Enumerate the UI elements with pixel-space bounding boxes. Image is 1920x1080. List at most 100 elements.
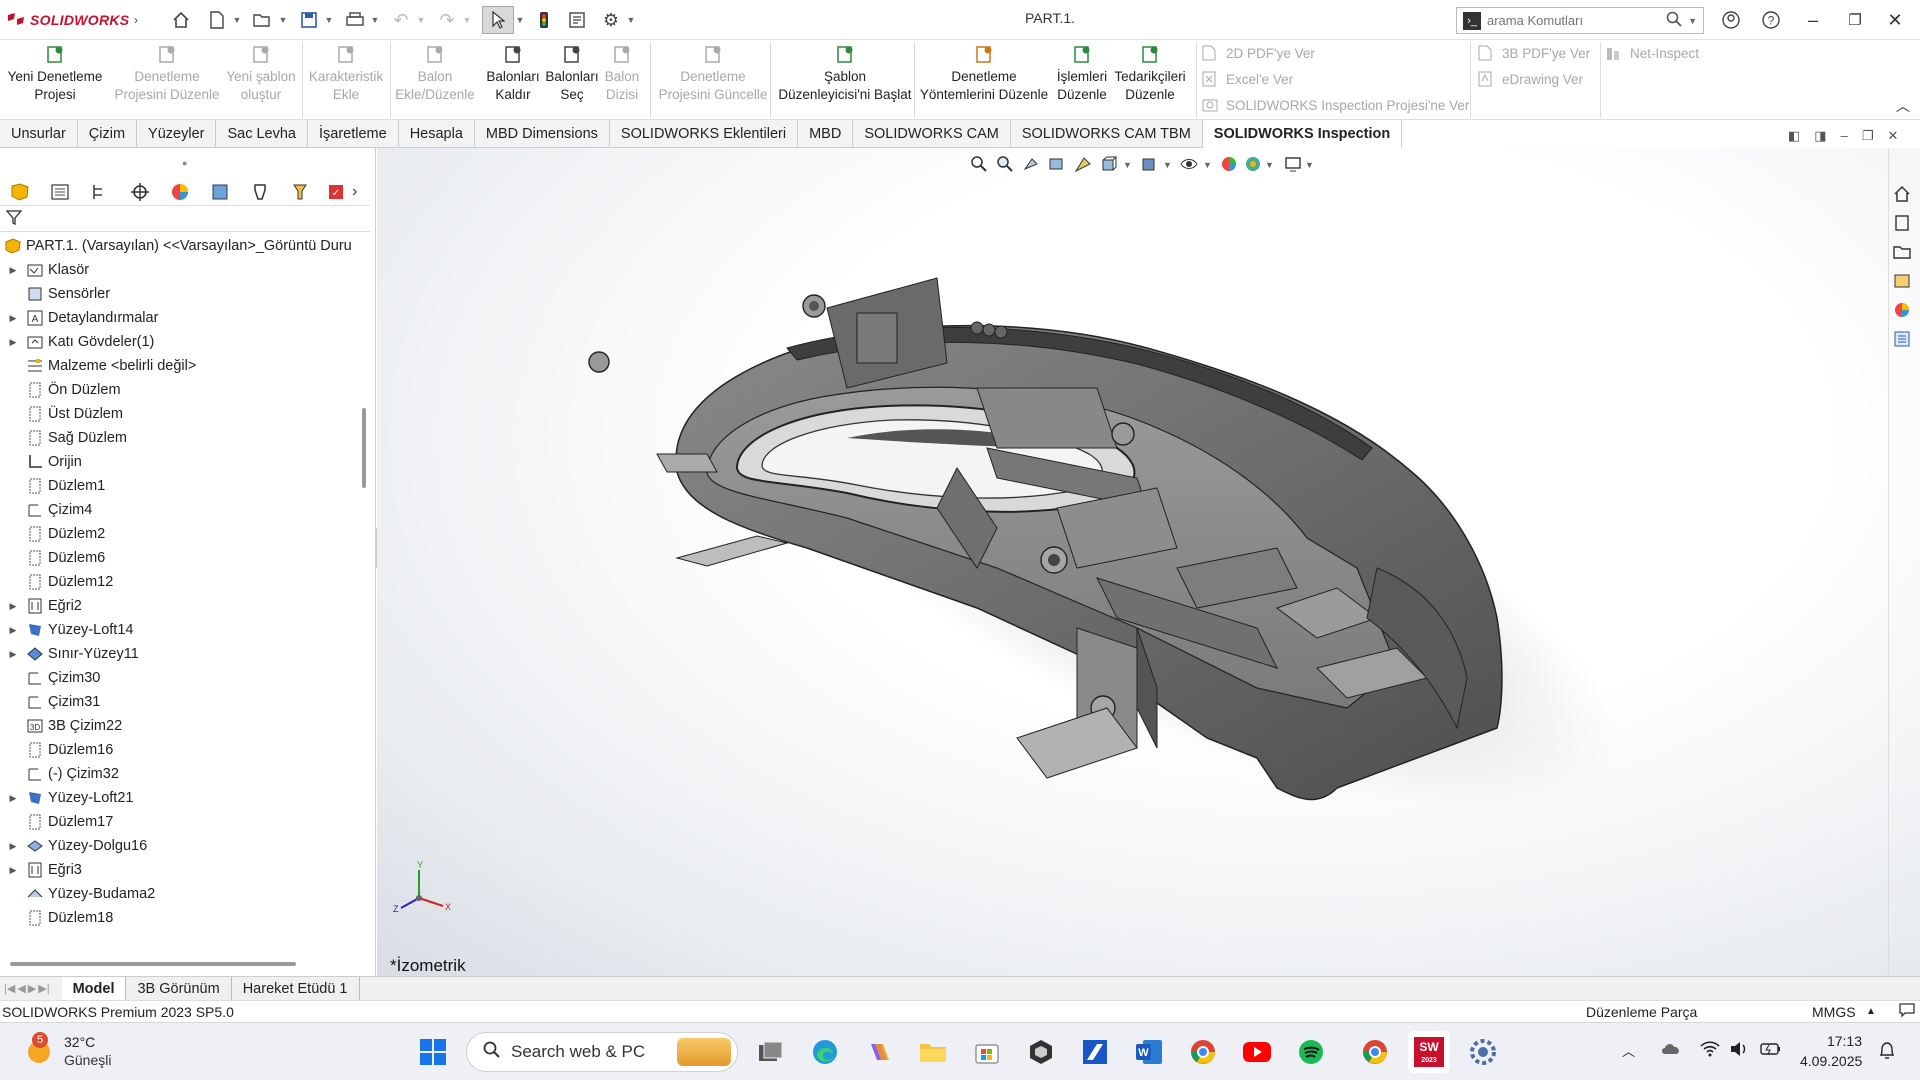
tree-item[interactable]: Sensörler xyxy=(0,282,360,306)
bottom-tab-2[interactable]: Hareket Etüdü 1 xyxy=(232,976,360,1001)
tree-item[interactable]: ▶ Eğri3 xyxy=(0,858,360,882)
tab-solidworks-cam[interactable]: SOLIDWORKS CAM xyxy=(853,120,1011,148)
tab-unsurlar[interactable]: Unsurlar xyxy=(0,120,78,148)
file-explorer-icon[interactable] xyxy=(1890,240,1914,264)
edit-inspection-project-button[interactable]: Denetleme Projesini Düzenle xyxy=(110,44,224,116)
word-icon[interactable]: W xyxy=(1128,1031,1170,1073)
tree-horizontal-scrollbar[interactable] xyxy=(10,962,296,966)
tree-item[interactable]: Düzlem12 xyxy=(0,570,360,594)
tree-item[interactable]: ▶Eğri6 xyxy=(0,930,360,934)
open-folder-icon[interactable] xyxy=(250,6,276,34)
task-view-icon[interactable] xyxy=(750,1031,792,1073)
tree-item[interactable]: ▶ Yüzey-Loft21 xyxy=(0,786,360,810)
tree-item[interactable]: Yüzey-Budama2 xyxy=(0,882,360,906)
export-excel-button[interactable]: Excel'e Ver xyxy=(1202,68,1293,90)
youtube-icon[interactable] xyxy=(1236,1031,1278,1073)
tree-item[interactable]: ▶ Sınır-Yüzey11 xyxy=(0,642,360,666)
custom-properties-icon[interactable] xyxy=(1890,327,1914,351)
user-account-icon[interactable] xyxy=(1716,6,1746,34)
edit-appearance-icon[interactable] xyxy=(1217,154,1241,174)
tree-item[interactable]: Çizim4 xyxy=(0,498,360,522)
autodesk-app-icon[interactable] xyxy=(1074,1031,1116,1073)
tree-item[interactable]: ▶ A Detaylandırmalar xyxy=(0,306,360,330)
design-library-icon[interactable] xyxy=(1890,211,1914,235)
expand-arrow-icon[interactable]: ▶ xyxy=(6,313,20,324)
file-properties-icon[interactable] xyxy=(564,6,590,34)
tree-item[interactable]: Malzeme <belirli değil> xyxy=(0,354,360,378)
tab-yüzeyler[interactable]: Yüzeyler xyxy=(137,120,217,148)
tab-navigation-arrows[interactable]: |◀ ◀ ▶ ▶| xyxy=(0,982,62,995)
tree-item[interactable]: ▶ Yüzey-Dolgu16 xyxy=(0,834,360,858)
filter-icon[interactable] xyxy=(5,209,23,229)
wifi-icon[interactable] xyxy=(1700,1041,1720,1060)
add-characteristic-button[interactable]: Karakteristik Ekle xyxy=(306,44,386,116)
dimxpert-manager-tab-icon[interactable] xyxy=(120,178,160,206)
view-orientation-icon[interactable] xyxy=(1097,154,1121,174)
tab-solidworks-cam-tbm[interactable]: SOLIDWORKS CAM TBM xyxy=(1011,120,1203,148)
appearances-scenes-icon[interactable] xyxy=(1890,298,1914,322)
tree-item[interactable]: Düzlem2 xyxy=(0,522,360,546)
taskbar-search-box[interactable]: Search web & PC xyxy=(466,1032,738,1072)
chrome-profile-icon[interactable] xyxy=(1354,1031,1396,1073)
net-inspect-button[interactable]: Net-Inspect xyxy=(1606,42,1699,64)
windows-start-icon[interactable] xyxy=(412,1031,454,1073)
traffic-light-icon[interactable] xyxy=(532,6,556,34)
units-caret-icon[interactable]: ▲ xyxy=(1866,1006,1876,1017)
chevron-down-icon[interactable]: ▼ xyxy=(278,6,288,34)
save-icon[interactable] xyxy=(296,6,322,34)
first-tab-icon[interactable]: |◀ xyxy=(4,982,15,995)
tab-çizim[interactable]: Çizim xyxy=(78,120,138,148)
section-view-icon[interactable] xyxy=(1045,154,1069,174)
hide-show-items-icon[interactable] xyxy=(1177,154,1201,174)
tab-i-şaretleme[interactable]: İşaretleme xyxy=(308,120,399,148)
settings-icon[interactable] xyxy=(1462,1031,1504,1073)
remove-balloons-button[interactable]: Balonları Kaldır xyxy=(484,44,542,116)
minimize-window-button[interactable]: – xyxy=(1798,6,1828,34)
weather-widget[interactable]: 5 32°C Güneşli xyxy=(24,1032,111,1069)
apply-scene-icon[interactable] xyxy=(1241,154,1265,174)
dynamic-annotation-icon[interactable] xyxy=(1071,154,1095,174)
edge-browser-icon[interactable] xyxy=(804,1031,846,1073)
panel-splitter-dot[interactable]: ● xyxy=(182,158,187,168)
file-explorer-taskbar-icon[interactable] xyxy=(912,1031,954,1073)
balloon-pattern-button[interactable]: Balon Dizisi xyxy=(602,44,642,116)
bottom-tab-0[interactable]: Model xyxy=(61,976,127,1001)
battery-icon[interactable] xyxy=(1760,1041,1782,1060)
onedrive-cloud-icon[interactable] xyxy=(1660,1041,1682,1058)
search-icon[interactable] xyxy=(1666,11,1682,31)
tab-solidworks-eklentileri[interactable]: SOLIDWORKS Eklentileri xyxy=(610,120,799,148)
add-edit-balloon-button[interactable]: Balon Ekle/Düzenle xyxy=(394,44,476,116)
close-doc-icon[interactable]: ✕ xyxy=(1887,128,1898,144)
export-2d-pdf-button[interactable]: 2D PDF'ye Ver xyxy=(1202,42,1315,64)
graphics-area[interactable]: ▼ ▼ ▼ ▼ ▼ Y X Z xyxy=(377,148,1920,976)
edit-operations-button[interactable]: İşlemleri Düzenle xyxy=(1052,44,1112,116)
notifications-bell-icon[interactable] xyxy=(1878,1041,1896,1064)
tree-item[interactable]: Orijin xyxy=(0,450,360,474)
inspection-tab-icon[interactable]: ✓ xyxy=(320,178,352,206)
tree-item[interactable]: ▶ Eğri2 xyxy=(0,594,360,618)
tree-root-item[interactable]: PART.1. (Varsayılan) <<Varsayılan>_Görün… xyxy=(0,234,360,258)
tree-item[interactable]: Düzlem16 xyxy=(0,738,360,762)
part-model-3d[interactable] xyxy=(377,148,1920,976)
export-3d-pdf-button[interactable]: 3B PDF'ye Ver xyxy=(1478,42,1590,64)
tab-mbd[interactable]: MBD xyxy=(798,120,854,148)
expand-arrow-icon[interactable]: ▶ xyxy=(6,841,20,852)
chevron-down-icon[interactable]: ▼ xyxy=(370,6,380,34)
tree-item[interactable]: Ön Düzlem xyxy=(0,378,360,402)
panel-right-icon[interactable]: ◨ xyxy=(1814,128,1826,144)
system-clock[interactable]: 17:13 4.09.2025 xyxy=(1800,1031,1862,1071)
command-search-box[interactable]: ›_ ▼ xyxy=(1456,7,1704,34)
chevron-down-icon[interactable]: ▼ xyxy=(416,6,426,34)
export-inspection-project-button[interactable]: SOLIDWORKS Inspection Projesi'ne Ver xyxy=(1202,94,1469,116)
previous-view-icon[interactable] xyxy=(1019,154,1043,174)
property-manager-tab-icon[interactable] xyxy=(40,178,80,206)
unity-hub-icon[interactable] xyxy=(1020,1031,1062,1073)
unit-system-button[interactable]: MMGS xyxy=(1812,1004,1856,1020)
chevron-down-icon[interactable]: ▼ xyxy=(324,6,334,34)
edit-vendors-button[interactable]: Tedarikçileri Düzenle xyxy=(1114,44,1186,116)
expand-arrow-icon[interactable]: ▶ xyxy=(6,625,20,636)
view-settings-icon[interactable] xyxy=(1281,154,1305,174)
display-manager-tab-icon[interactable] xyxy=(160,178,200,206)
tree-filter-row[interactable] xyxy=(0,206,370,232)
edit-inspection-methods-button[interactable]: Denetleme Yöntemlerini Düzenle xyxy=(918,44,1050,116)
